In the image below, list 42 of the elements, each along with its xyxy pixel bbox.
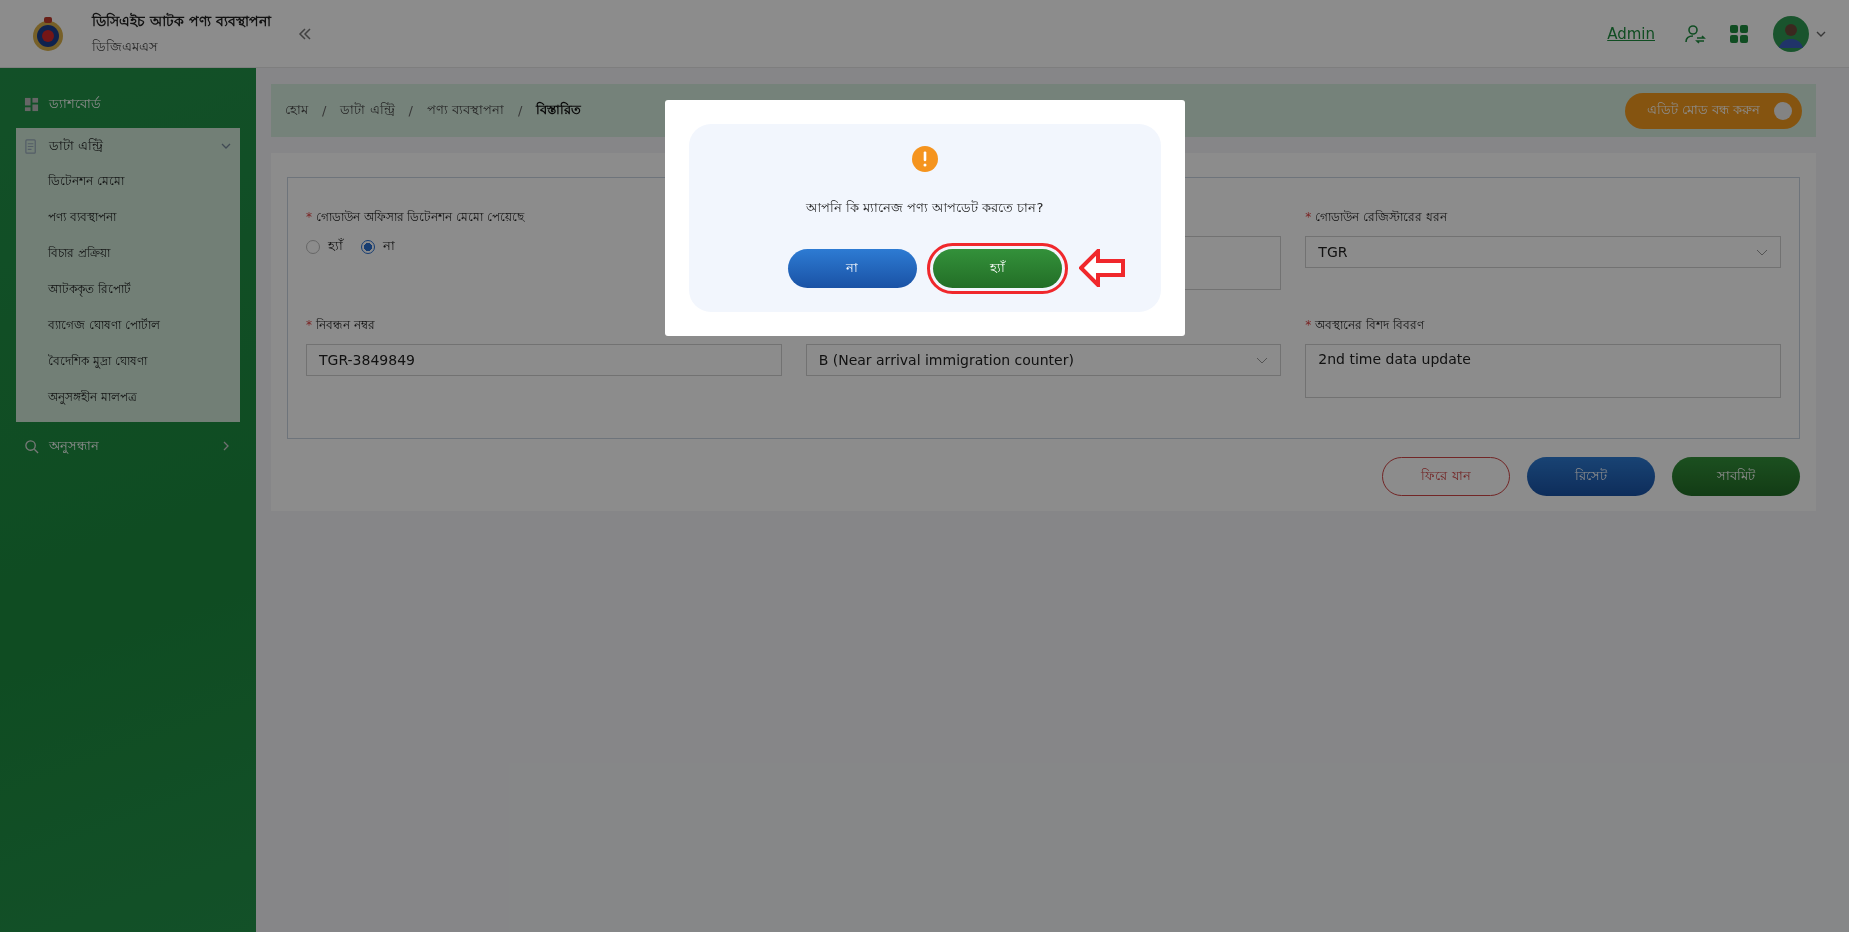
sidebar-item[interactable]: ড্যাশবোর্ড bbox=[16, 86, 240, 122]
radio-option[interactable]: হ্যাঁ bbox=[306, 236, 343, 257]
breadcrumb-link[interactable]: ডাটা এন্ট্রি bbox=[340, 100, 395, 121]
submenu-item[interactable]: অনুসঙ্গহীন মালপত্র bbox=[16, 380, 240, 416]
dashboard-icon bbox=[24, 96, 39, 112]
collapse-icon[interactable] bbox=[296, 25, 313, 42]
back-button[interactable]: ফিরে যান bbox=[1382, 457, 1510, 496]
reset-button[interactable]: রিসেট bbox=[1527, 457, 1655, 496]
breadcrumb-link[interactable]: পণ্য ব্যবস্থাপনা bbox=[426, 100, 505, 121]
submenu-item[interactable]: বৈদেশিক মুদ্রা ঘোষণা bbox=[16, 344, 240, 380]
select-field[interactable]: B (Near arrival immigration counter) bbox=[805, 344, 1282, 376]
search-icon bbox=[24, 438, 39, 454]
select-field[interactable]: TGR bbox=[1305, 236, 1781, 268]
sidebar-item[interactable]: অনুসন্ধান bbox=[16, 428, 240, 464]
avatar[interactable] bbox=[1773, 15, 1809, 52]
arrow-icon bbox=[1078, 249, 1125, 287]
submenu-item[interactable]: পণ্য ব্যবস্থাপনা bbox=[16, 200, 240, 236]
breadcrumb-link[interactable]: হোম bbox=[285, 100, 308, 121]
field-label: * গোডাউন রেজিস্টারের ধরন bbox=[1305, 209, 1447, 226]
breadcrumb-link[interactable]: বিস্তারিত bbox=[536, 100, 582, 121]
field-label: * নিবন্ধন নম্বর bbox=[306, 317, 375, 334]
textarea-field[interactable]: 2nd time data update bbox=[1305, 344, 1781, 398]
field-label: * অবস্থানের বিশদ বিবরণ bbox=[1305, 317, 1424, 334]
breadcrumb-separator: / bbox=[408, 103, 413, 118]
app-subtitle: ডিজিএমএস bbox=[92, 37, 159, 56]
radio-option[interactable]: না bbox=[361, 236, 395, 257]
field-label: * গোডাউন অফিসার ডিটেনশন মেমো পেয়েছে bbox=[306, 209, 525, 226]
input-field[interactable]: TGR-3849849 bbox=[306, 344, 782, 376]
submenu-item[interactable]: আটককৃত রিপোর্ট bbox=[16, 272, 240, 308]
breadcrumb-separator: / bbox=[322, 103, 327, 118]
submenu-item[interactable]: বিচার প্রক্রিয়া bbox=[16, 236, 240, 272]
app-title: ডিসিএইচ আটক পণ্য ব্যবস্থাপনা bbox=[92, 11, 271, 31]
user-link[interactable]: Admin bbox=[1607, 24, 1655, 43]
submit-button[interactable]: সাবমিট bbox=[1672, 457, 1800, 496]
sidebar-item[interactable]: ডাটা এন্ট্রি bbox=[16, 128, 240, 164]
warning-icon bbox=[911, 146, 938, 172]
dialog-message: আপনি কি ম্যানেজ পণ্য আপডেট করতে চান? bbox=[805, 199, 1044, 217]
breadcrumb-separator: / bbox=[518, 103, 523, 118]
cancel-button[interactable]: না bbox=[787, 249, 917, 288]
submenu-item[interactable]: ডিটেনশন মেমো bbox=[16, 164, 240, 200]
submenu-item[interactable]: ব্যাগেজ ঘোষণা পোর্টাল bbox=[16, 308, 240, 344]
document-icon bbox=[24, 138, 39, 154]
